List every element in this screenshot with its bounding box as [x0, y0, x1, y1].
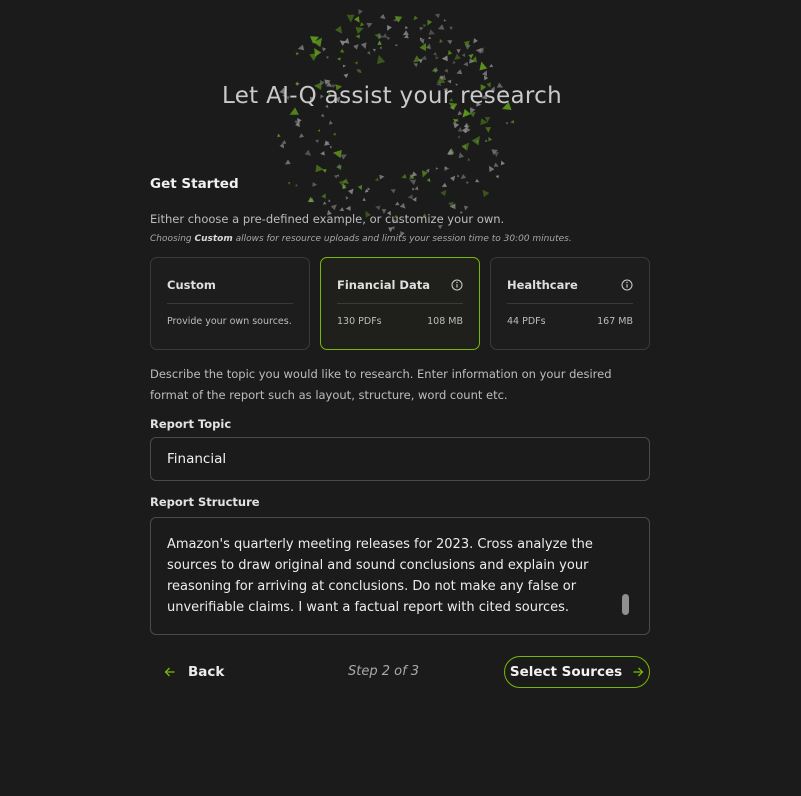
card-divider [507, 303, 633, 304]
card-head: Healthcare [507, 277, 633, 293]
card-meta: 44 PDFs 167 MB [507, 316, 633, 327]
back-button-label: Back [188, 664, 225, 680]
card-divider [167, 303, 293, 304]
page-title: Let AI-Q assist your research [222, 83, 562, 109]
note-emphasis: Custom [194, 234, 233, 244]
card-head: Custom [167, 277, 293, 293]
arrow-left-icon [164, 667, 175, 677]
select-sources-button[interactable]: Select Sources [504, 656, 650, 688]
card-meta: 130 PDFs 108 MB [337, 316, 463, 327]
card-title: Financial Data [337, 278, 430, 292]
card-description: Provide your own sources. [167, 316, 292, 327]
card-file-count: 130 PDFs [337, 316, 382, 327]
card-file-size: 108 MB [427, 316, 463, 327]
info-icon[interactable] [621, 279, 633, 291]
card-meta: Provide your own sources. [167, 316, 293, 327]
card-head: Financial Data [337, 277, 463, 293]
info-icon[interactable] [451, 279, 463, 291]
card-title: Healthcare [507, 278, 578, 292]
report-structure-textarea[interactable]: Amazon's quarterly meeting releases for … [167, 534, 609, 624]
card-financial-data[interactable]: Financial Data 130 PDFs 108 MB [320, 257, 480, 350]
card-divider [337, 303, 463, 304]
note-prefix: Choosing [150, 234, 195, 244]
card-file-size: 167 MB [597, 316, 633, 327]
wizard-footer: Back Step 2 of 3 Select Sources [150, 656, 650, 688]
report-topic-input[interactable] [150, 437, 650, 481]
step-indicator: Step 2 of 3 [348, 664, 420, 679]
card-healthcare[interactable]: Healthcare 44 PDFs 167 MB [490, 257, 650, 350]
back-button[interactable]: Back [164, 656, 224, 688]
section-title: Get Started [150, 176, 239, 192]
research-setup-page: Let AI-Q assist your research Get Starte… [0, 0, 801, 796]
arrow-right-icon [633, 667, 644, 677]
session-note: Choosing Custom allows for resource uplo… [150, 234, 650, 244]
card-title: Custom [167, 278, 216, 292]
example-cards: Custom Provide your own sources. Financi… [150, 257, 650, 350]
intro-text: Either choose a pre-defined example, or … [150, 212, 505, 226]
setup-form: Get Started Either choose a pre-defined … [150, 176, 650, 688]
report-structure-label: Report Structure [150, 495, 260, 509]
report-topic-label: Report Topic [150, 417, 232, 431]
card-file-count: 44 PDFs [507, 316, 546, 327]
note-suffix: allows for resource uploads and limits y… [232, 234, 572, 244]
report-structure-box: Amazon's quarterly meeting releases for … [150, 517, 650, 635]
describe-instructions: Describe the topic you would like to res… [150, 367, 612, 402]
card-custom[interactable]: Custom Provide your own sources. [150, 257, 310, 350]
select-sources-label: Select Sources [509, 664, 623, 680]
textarea-scrollbar[interactable] [622, 594, 629, 615]
